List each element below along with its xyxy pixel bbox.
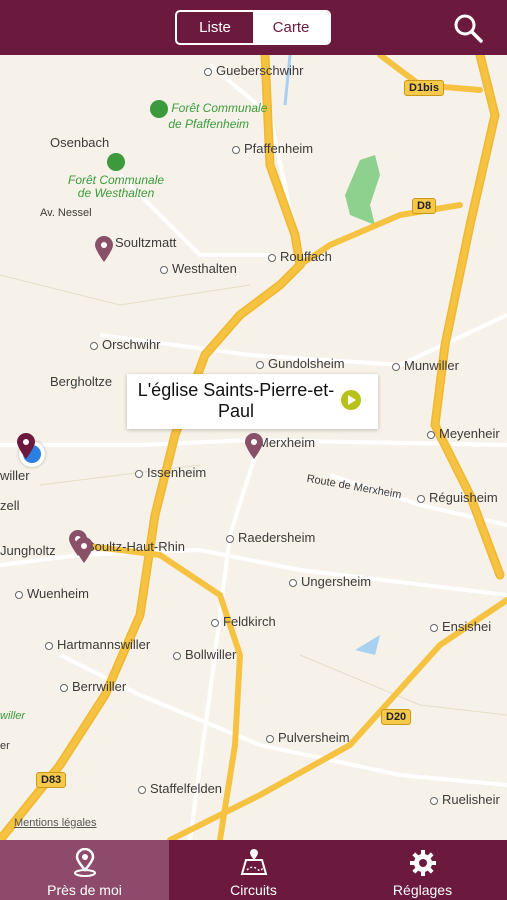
place-label: Raedersheim xyxy=(226,530,315,545)
place-label: Hartmannswiller xyxy=(45,637,150,652)
search-icon[interactable] xyxy=(452,12,484,44)
place-label: Réguisheim xyxy=(417,490,498,505)
place-label: Berrwiller xyxy=(60,679,126,694)
poi-callout[interactable]: L'église Saints-Pierre-et-Paul xyxy=(127,374,378,429)
place-label: Gundolsheim xyxy=(256,356,345,371)
place-label: Bollwiller xyxy=(173,647,236,662)
place-label: Bergholtze xyxy=(50,374,113,389)
forest-label: Forêt Communale de Pfaffenheim xyxy=(150,100,267,131)
place-label: Westhalten xyxy=(160,261,237,276)
bottom-tab-bar: Près de moi Circuits Réglages xyxy=(0,840,507,900)
road-badge: D83 xyxy=(36,772,67,788)
tree-icon xyxy=(150,100,168,118)
place-label: Meyenheir xyxy=(427,426,500,441)
map-view[interactable]: Gueberschwihr Osenbach Pfaffenheim Soult… xyxy=(0,55,507,840)
place-label: Jungholtz xyxy=(0,543,56,558)
place-label: er xyxy=(0,740,10,752)
place-label: Merxheim xyxy=(258,435,316,450)
forest-label: willer xyxy=(0,710,26,722)
place-label: Issenheim xyxy=(135,465,206,480)
tab-label: Près de moi xyxy=(47,882,122,898)
place-label: Pfaffenheim xyxy=(232,141,313,156)
legal-link[interactable]: Mentions légales xyxy=(14,817,97,829)
poi-pin[interactable] xyxy=(75,537,93,563)
road-badge: D1bis xyxy=(404,80,444,96)
gear-icon xyxy=(409,850,436,876)
place-label: Ensishei xyxy=(430,619,491,634)
poi-pin[interactable] xyxy=(95,236,113,262)
tab-nearby[interactable]: Près de moi xyxy=(0,840,169,900)
place-label: Feldkirch xyxy=(211,614,276,629)
place-label: Osenbach xyxy=(50,135,110,150)
place-label: Staffelfelden xyxy=(138,781,222,796)
play-icon[interactable] xyxy=(341,390,361,410)
place-label: Soultzmatt xyxy=(115,235,177,250)
street-label: Av. Nessel xyxy=(40,207,92,219)
place-label: Munwiller xyxy=(392,358,459,373)
view-segmented-control: Liste Carte xyxy=(175,10,331,45)
tab-label: Réglages xyxy=(392,882,453,898)
place-label: Wuenheim xyxy=(15,586,89,601)
location-pin-icon xyxy=(73,848,96,877)
road-badge: D8 xyxy=(412,198,437,214)
road-badge: D20 xyxy=(381,709,412,725)
place-label: Gueberschwihr xyxy=(204,63,303,78)
poi-pin[interactable] xyxy=(245,433,263,459)
place-label: zell xyxy=(0,498,20,513)
top-bar: Liste Carte xyxy=(0,0,507,55)
place-label: Orschwihr xyxy=(90,337,161,352)
tab-circuits[interactable]: Circuits xyxy=(169,840,338,900)
place-label: Ungersheim xyxy=(289,574,371,589)
forest-label: Forêt Communale de Westhalten xyxy=(68,153,164,200)
tree-icon xyxy=(107,153,126,171)
map-tab[interactable]: Carte xyxy=(253,12,329,43)
callout-title: L'église Saints-Pierre-et-Paul xyxy=(137,380,335,421)
list-tab[interactable]: Liste xyxy=(177,12,253,43)
place-label: willer xyxy=(0,468,30,483)
selected-location-pin[interactable] xyxy=(17,433,35,459)
map-route-icon xyxy=(240,849,267,875)
tab-label: Circuits xyxy=(230,882,277,898)
place-label: Pulversheim xyxy=(266,730,350,745)
place-label: Soultz-Haut-Rhin xyxy=(86,539,185,554)
place-label: Rouffach xyxy=(268,249,332,264)
place-label: Ruelisheir xyxy=(430,792,500,807)
tab-settings[interactable]: Réglages xyxy=(338,840,507,900)
